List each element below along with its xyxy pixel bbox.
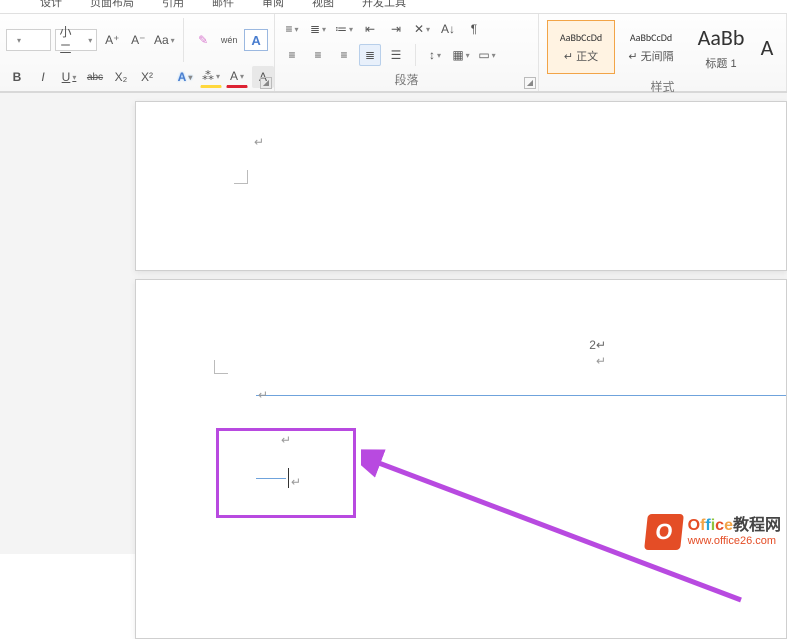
align-left-button[interactable]: ≡ — [281, 44, 303, 66]
underline-button[interactable]: U▾ — [58, 66, 80, 88]
style-nospacing[interactable]: AaBbCcDd ↵ 无间隔 — [617, 20, 685, 74]
paragraph-mark: ↵ — [281, 433, 291, 447]
font-dialog-launcher[interactable]: ◢ — [260, 77, 272, 89]
borders-button[interactable]: ▭▾ — [476, 44, 498, 66]
increase-indent-button[interactable]: ⇥ — [385, 18, 407, 40]
page-2[interactable]: 2↵ ↵ ↵ ↵ ↵ — [135, 279, 787, 639]
clear-format-button[interactable]: ✎ — [192, 29, 214, 51]
watermark-icon: O — [644, 514, 684, 550]
group-font: ▾ 小二▾ A⁺ A⁻ Aa▾ ✎ wén A B I U▾ abc X₂ X²… — [0, 14, 275, 91]
margin-guide-icon — [214, 360, 228, 374]
watermark-url: www.office26.com — [688, 535, 781, 547]
watermark-brand: Office教程网 — [688, 517, 781, 535]
margin-guide-icon — [234, 170, 248, 184]
shading-button[interactable]: ▦▾ — [450, 44, 472, 66]
align-distribute-button[interactable]: ☰ — [385, 44, 407, 66]
font-color-button[interactable]: A▾ — [226, 66, 248, 88]
grow-font-button[interactable]: A⁺ — [101, 29, 123, 51]
paragraph-mark: ↵ — [596, 354, 606, 368]
textbox-content-line — [256, 478, 286, 479]
bold-button[interactable]: B — [6, 66, 28, 88]
style-heading1[interactable]: AaBb 标题 1 — [687, 20, 755, 74]
text-cursor — [288, 468, 289, 488]
align-right-button[interactable]: ≡ — [333, 44, 355, 66]
paragraph-dialog-launcher[interactable]: ◢ — [524, 77, 536, 89]
phonetic-guide-button[interactable]: wén — [218, 29, 240, 51]
group-paragraph: ≡▾ ≣▾ ≔▾ ⇤ ⇥ ✕▾ A↓ ¶ ≡ ≡ ≡ ≣ ☰ ↕▾ ▦▾ ▭▾ … — [275, 14, 539, 91]
tab-design[interactable]: 设计 — [40, 0, 62, 7]
subscript-button[interactable]: X₂ — [110, 66, 132, 88]
numbering-button[interactable]: ≣▾ — [307, 18, 329, 40]
align-justify-button[interactable]: ≣ — [359, 44, 381, 66]
italic-button[interactable]: I — [32, 66, 54, 88]
tab-mailings[interactable]: 邮件 — [212, 0, 234, 7]
styles-gallery[interactable]: AaBbCcDd ↵ 正文 AaBbCcDd ↵ 无间隔 AaBb 标题 1 A — [545, 18, 780, 76]
align-center-button[interactable]: ≡ — [307, 44, 329, 66]
paragraph-mark: ↵ — [258, 388, 268, 402]
tab-references[interactable]: 引用 — [162, 0, 184, 7]
multilevel-button[interactable]: ≔▾ — [333, 18, 355, 40]
line-spacing-button[interactable]: ↕▾ — [424, 44, 446, 66]
style-normal[interactable]: AaBbCcDd ↵ 正文 — [547, 20, 615, 74]
font-size-combo[interactable]: 小二▾ — [55, 29, 98, 51]
decrease-indent-button[interactable]: ⇤ — [359, 18, 381, 40]
highlight-button[interactable]: ⁂▾ — [200, 66, 222, 88]
group-label-paragraph: 段落 — [281, 69, 532, 91]
show-marks-button[interactable]: ¶ — [463, 18, 485, 40]
ribbon: ▾ 小二▾ A⁺ A⁻ Aa▾ ✎ wén A B I U▾ abc X₂ X²… — [0, 14, 787, 92]
style-heading2-cut[interactable]: A — [757, 20, 777, 74]
tab-review[interactable]: 审阅 — [262, 0, 284, 7]
bullets-button[interactable]: ≡▾ — [281, 18, 303, 40]
superscript-button[interactable]: X² — [136, 66, 158, 88]
strike-button[interactable]: abc — [84, 66, 106, 88]
char-border-button[interactable]: A — [244, 29, 268, 51]
page-number: 2↵ — [589, 338, 606, 352]
tab-view[interactable]: 视图 — [312, 0, 334, 7]
paragraph-mark: ↵ — [291, 475, 301, 489]
sort-button[interactable]: A↓ — [437, 18, 459, 40]
shrink-font-button[interactable]: A⁻ — [127, 29, 149, 51]
watermark-logo: O Office教程网 www.office26.com — [646, 514, 781, 550]
document-area[interactable]: ↵ 2↵ ↵ ↵ ↵ ↵ — [0, 92, 787, 554]
group-styles: AaBbCcDd ↵ 正文 AaBbCcDd ↵ 无间隔 AaBb 标题 1 A… — [539, 14, 787, 91]
tab-layout[interactable]: 页面布局 — [90, 0, 134, 7]
font-name-combo[interactable]: ▾ — [6, 29, 51, 51]
page-1[interactable]: ↵ — [135, 101, 787, 271]
ribbon-tabs[interactable]: 设计 页面布局 引用 邮件 审阅 视图 开发工具 — [0, 0, 787, 14]
text-effect-button[interactable]: A▾ — [174, 66, 196, 88]
tab-developer[interactable]: 开发工具 — [362, 0, 406, 7]
change-case-button[interactable]: Aa▾ — [153, 29, 175, 51]
section-divider-line — [256, 395, 786, 396]
asian-layout-button[interactable]: ✕▾ — [411, 18, 433, 40]
paragraph-mark: ↵ — [254, 135, 264, 149]
